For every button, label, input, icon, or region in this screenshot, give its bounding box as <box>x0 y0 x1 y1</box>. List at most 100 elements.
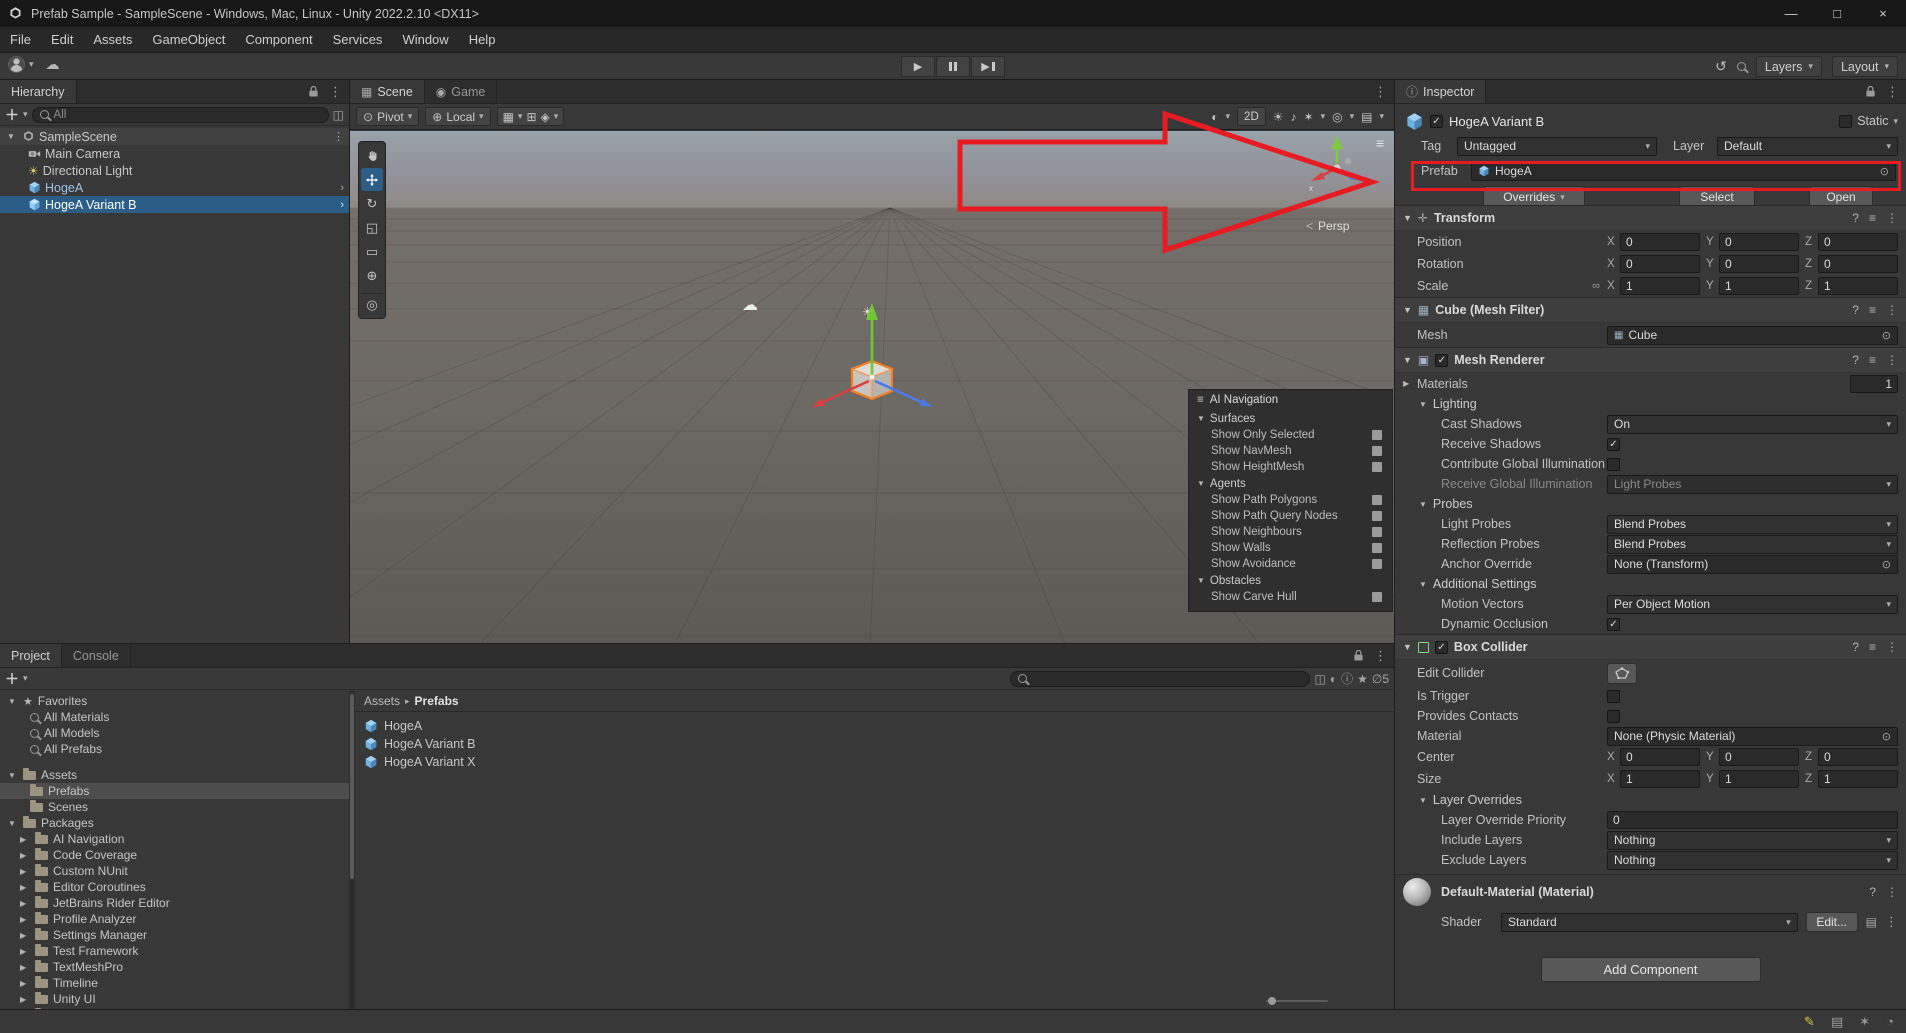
physic-material-field[interactable]: None (Physic Material) ⊙ <box>1607 726 1898 746</box>
step-button[interactable]: ▶ <box>971 56 1005 77</box>
material-menu-icon[interactable]: ⋮ <box>1885 914 1898 930</box>
object-picker-icon[interactable]: ⊙ <box>1880 165 1889 178</box>
tree-item-hogea-variant-b[interactable]: HogeA Variant B › <box>0 196 349 213</box>
box-collider-header[interactable]: ▼ ✓ Box Collider ? ≡ ⋮ <box>1395 634 1906 660</box>
tree-package[interactable]: ▶ Timeline <box>0 975 349 991</box>
object-picker-icon[interactable]: ⊙ <box>1882 558 1891 571</box>
prefab-object-field[interactable]: HogeA ⊙ <box>1471 161 1896 181</box>
contribute-gi-checkbox[interactable] <box>1607 457 1620 471</box>
presets-icon[interactable]: ≡ <box>1869 640 1876 654</box>
motion-vectors-dropdown[interactable]: Per Object Motion ▾ <box>1607 594 1898 614</box>
prefab-select-button[interactable]: Select <box>1679 186 1755 205</box>
tree-package[interactable]: ▶ Settings Manager <box>0 927 349 943</box>
nav-section-surfaces[interactable]: ▼ Surfaces <box>1189 410 1392 427</box>
grid-settings-icon[interactable]: ▤ <box>1361 110 1372 124</box>
custom-tool-button[interactable]: ◎ <box>361 293 383 316</box>
add-component-button[interactable]: Add Component <box>1540 957 1761 982</box>
tree-item-hogea[interactable]: HogeA › <box>0 179 349 196</box>
scrollbar-thumb[interactable] <box>350 694 354 879</box>
overlay-menu-icon[interactable]: ≡ <box>1376 135 1384 151</box>
checkbox-icon[interactable] <box>1372 543 1382 553</box>
component-menu-icon[interactable]: ⋮ <box>1886 303 1898 317</box>
pause-button[interactable] <box>936 56 970 77</box>
snap-increment-icon[interactable]: ⊞ <box>526 110 536 124</box>
play-button[interactable]: ▶ <box>901 56 935 77</box>
favorite-search-icon[interactable]: ★ <box>1357 672 1368 686</box>
checkbox-icon[interactable] <box>1372 559 1382 569</box>
foldout-icon[interactable]: ▶ <box>20 883 30 892</box>
foldout-icon[interactable]: ▶ <box>20 947 30 956</box>
foldout-icon[interactable]: ▼ <box>1403 642 1412 652</box>
object-picker-icon[interactable]: ⊙ <box>1882 329 1891 342</box>
rotation-z-field[interactable]: 0 <box>1818 255 1898 273</box>
presets-icon[interactable]: ≡ <box>1869 303 1876 317</box>
menu-item-assets[interactable]: Assets <box>83 27 142 52</box>
help-icon[interactable]: ? <box>1869 885 1876 899</box>
foldout-icon[interactable]: ▶ <box>20 867 30 876</box>
scene-lighting-icon[interactable]: ☀ <box>1273 110 1284 124</box>
search-by-type-icon[interactable]: ◫ <box>1314 672 1325 686</box>
edit-shader-button[interactable]: Edit... <box>1805 912 1858 932</box>
asset-item-hogea-variant-x[interactable]: HogeA Variant X <box>355 753 1394 771</box>
rotation-y-field[interactable]: 0 <box>1719 255 1799 273</box>
scene-audio-icon[interactable]: ♪ <box>1291 110 1297 124</box>
scale-y-field[interactable]: 1 <box>1719 277 1799 295</box>
link-scale-icon[interactable]: ∞ <box>1585 280 1607 292</box>
view-orientation-gizmo[interactable]: x <box>1302 131 1372 201</box>
prefab-open-button[interactable]: Open <box>1809 186 1873 205</box>
projection-mode-label[interactable]: < Persp <box>1306 219 1349 233</box>
nav-option[interactable]: Show Avoidance <box>1189 556 1392 572</box>
light-probes-dropdown[interactable]: Blend Probes ▾ <box>1607 514 1898 534</box>
tool-handle-position-dropdown[interactable]: ⊙ Pivot ▾ <box>356 107 420 126</box>
component-menu-icon[interactable]: ⋮ <box>1886 885 1898 899</box>
mesh-filter-header[interactable]: ▼ ▦ Cube (Mesh Filter) ? ≡ ⋮ <box>1395 297 1906 323</box>
foldout-icon[interactable]: ▶ <box>1403 379 1417 388</box>
foldout-icon[interactable]: ▼ <box>1403 213 1412 223</box>
tree-package[interactable]: ▶ JetBrains Rider Editor <box>0 895 349 911</box>
tree-package[interactable]: ▶ Code Coverage <box>0 847 349 863</box>
foldout-icon[interactable]: ▶ <box>20 979 30 988</box>
layers-dropdown[interactable]: Layers ▾ <box>1755 56 1822 77</box>
maximize-button[interactable]: □ <box>1814 0 1860 27</box>
snap-magnet-icon[interactable]: ◈ <box>541 110 550 124</box>
cloud-services-icon[interactable]: ☁ <box>46 56 60 73</box>
close-button[interactable]: × <box>1860 0 1906 27</box>
active-checkbox[interactable]: ✓ <box>1430 114 1443 128</box>
foldout-icon[interactable]: ▶ <box>20 931 30 940</box>
size-y-field[interactable]: 1 <box>1719 770 1799 788</box>
asset-item-hogea-variant-b[interactable]: HogeA Variant B <box>355 735 1394 753</box>
undo-history-icon[interactable]: ↺ <box>1715 58 1727 75</box>
include-layers-dropdown[interactable]: Nothing ▾ <box>1607 830 1898 850</box>
help-icon[interactable]: ? <box>1852 211 1859 225</box>
panel-menu-icon[interactable]: ⋮ <box>322 80 349 103</box>
shader-dropdown[interactable]: Standard ▾ <box>1501 912 1798 932</box>
help-icon[interactable]: ? <box>1852 303 1859 317</box>
gameobject-name-field[interactable]: HogeA Variant B <box>1449 114 1544 129</box>
status-collab-icon[interactable]: ✶ <box>1859 1014 1870 1030</box>
account-icon[interactable] <box>8 56 25 73</box>
foldout-icon[interactable]: ▼ <box>8 819 18 828</box>
tree-favorites[interactable]: ▼ ★ Favorites <box>0 693 349 709</box>
component-menu-icon[interactable]: ⋮ <box>1886 640 1898 654</box>
anchor-override-field[interactable]: None (Transform) ⊙ <box>1607 554 1898 574</box>
tree-package[interactable]: ▶ Custom NUnit <box>0 863 349 879</box>
tree-folder-prefabs[interactable]: Prefabs <box>0 783 349 799</box>
is-trigger-checkbox[interactable] <box>1607 689 1620 703</box>
lock-icon[interactable] <box>305 80 322 103</box>
checkbox-icon[interactable] <box>1372 495 1382 505</box>
menu-item-help[interactable]: Help <box>459 27 506 52</box>
view-hand-tool-button[interactable] <box>361 144 383 167</box>
status-brush-icon[interactable]: ✎ <box>1804 1014 1815 1030</box>
tool-handle-rotation-dropdown[interactable]: ⊕ Local ▾ <box>425 107 491 126</box>
search-by-label-icon[interactable]: ◐ <box>1330 672 1337 686</box>
component-enabled-checkbox[interactable]: ✓ <box>1434 640 1448 654</box>
scene-options-icon[interactable]: ⋮ <box>333 130 344 143</box>
foldout-icon[interactable]: ▶ <box>20 851 30 860</box>
tab-scene[interactable]: ▦ Scene <box>350 80 425 103</box>
foldout-icon[interactable]: ▶ <box>20 899 30 908</box>
lighting-foldout[interactable]: ▼ Lighting <box>1395 394 1906 414</box>
tree-item-scene[interactable]: ▼ SampleScene ⋮ <box>0 128 349 145</box>
nav-option[interactable]: Show Path Query Nodes <box>1189 508 1392 524</box>
panel-menu-icon[interactable]: ⋮ <box>1367 644 1394 667</box>
object-picker-icon[interactable]: ⊙ <box>1882 730 1891 743</box>
